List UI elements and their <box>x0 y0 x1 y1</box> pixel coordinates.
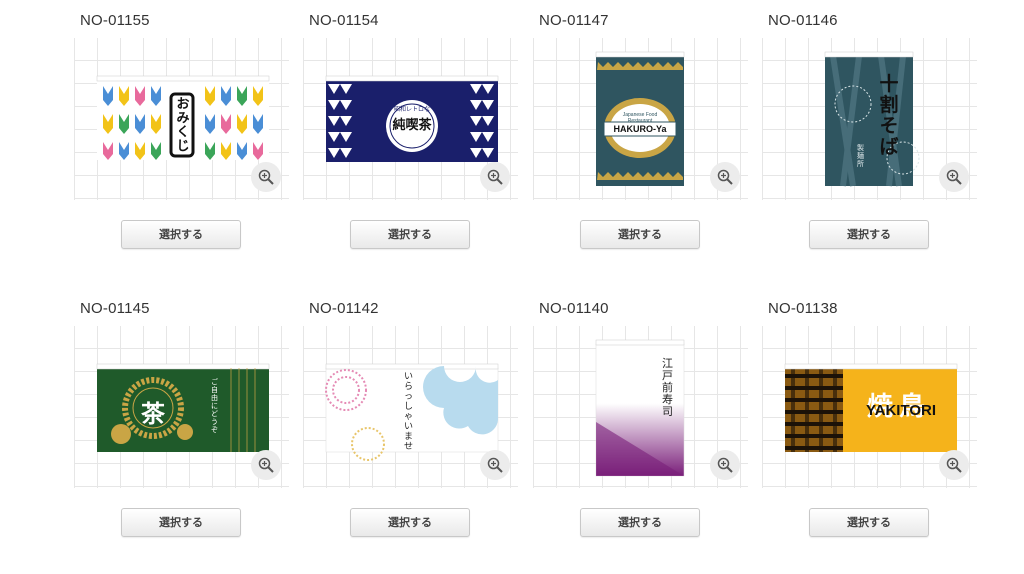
product-card[interactable]: NO-01154 昭和レトロな 純喫茶 選択する <box>303 0 519 280</box>
product-code: NO-01146 <box>768 12 838 29</box>
product-thumbnail[interactable]: 茶 ご自由にどうぞ <box>74 326 289 488</box>
magnifier-plus-icon <box>717 457 733 473</box>
noren-text: おみくじ <box>176 97 190 154</box>
noren-text: YAKITORI <box>865 402 937 419</box>
magnifier-plus-icon <box>487 169 503 185</box>
product-card[interactable]: NO-01138 焼鳥 YAKITORI 選択する <box>762 288 978 568</box>
magnifier-plus-icon <box>487 457 503 473</box>
product-code: NO-01154 <box>309 12 379 29</box>
magnifier-plus-icon <box>717 169 733 185</box>
select-button[interactable]: 選択する <box>350 220 470 249</box>
product-thumbnail[interactable]: 昭和レトロな 純喫茶 <box>303 38 518 200</box>
select-button[interactable]: 選択する <box>809 508 929 537</box>
noren-text: HAKURO-Ya <box>613 124 667 134</box>
product-card[interactable]: NO-01145 茶 ご自由にどうぞ 選択する <box>74 288 290 568</box>
noren-text: いらっしゃいませ <box>404 372 414 452</box>
noren-text: 茶 <box>141 399 165 428</box>
select-button[interactable]: 選択する <box>580 220 700 249</box>
product-code: NO-01147 <box>539 12 609 29</box>
product-code: NO-01138 <box>768 300 838 317</box>
product-thumbnail[interactable]: 十割そば 製麺所 <box>762 38 977 200</box>
product-thumbnail[interactable]: 江戸前寿司 <box>533 326 748 488</box>
select-button[interactable]: 選択する <box>121 220 241 249</box>
magnifier-plus-icon <box>946 169 962 185</box>
noren-subtext: 昭和レトロな <box>393 106 430 113</box>
product-card[interactable]: NO-01155 おみくじ 選択する <box>74 0 290 280</box>
zoom-button[interactable] <box>251 162 281 192</box>
noren-subtext: ご自由にどうぞ <box>211 378 218 434</box>
zoom-button[interactable] <box>480 162 510 192</box>
product-thumbnail[interactable]: おみくじ <box>74 38 289 200</box>
magnifier-plus-icon <box>946 457 962 473</box>
product-card[interactable]: NO-01142 いらっしゃいませ 選択する <box>303 288 519 568</box>
zoom-button[interactable] <box>710 162 740 192</box>
select-button[interactable]: 選択する <box>121 508 241 537</box>
zoom-button[interactable] <box>480 450 510 480</box>
noren-text: 純喫茶 <box>392 118 432 133</box>
magnifier-plus-icon <box>258 169 274 185</box>
noren-text: 十割そば <box>879 73 899 158</box>
zoom-button[interactable] <box>710 450 740 480</box>
product-card[interactable]: NO-01146 十割そば 製麺所 選択する <box>762 0 978 280</box>
zoom-button[interactable] <box>939 162 969 192</box>
product-thumbnail[interactable]: 焼鳥 YAKITORI <box>762 326 977 488</box>
product-card[interactable]: NO-01147 Japanese Food Restaurant HAKURO… <box>533 0 749 280</box>
product-code: NO-01145 <box>80 300 150 317</box>
product-thumbnail[interactable]: Japanese Food Restaurant HAKURO-Ya <box>533 38 748 200</box>
select-button[interactable]: 選択する <box>809 220 929 249</box>
zoom-button[interactable] <box>939 450 969 480</box>
product-thumbnail[interactable]: いらっしゃいませ <box>303 326 518 488</box>
noren-text: 江戸前寿司 <box>662 357 673 418</box>
product-code: NO-01142 <box>309 300 379 317</box>
noren-subtext: 製麺所 <box>857 144 864 168</box>
noren-subtext: Japanese Food Restaurant <box>622 112 658 124</box>
product-code: NO-01155 <box>80 12 150 29</box>
product-code: NO-01140 <box>539 300 609 317</box>
select-button[interactable]: 選択する <box>350 508 470 537</box>
select-button[interactable]: 選択する <box>580 508 700 537</box>
zoom-button[interactable] <box>251 450 281 480</box>
product-card[interactable]: NO-01140 江戸前寿司 選択する <box>533 288 749 568</box>
magnifier-plus-icon <box>258 457 274 473</box>
